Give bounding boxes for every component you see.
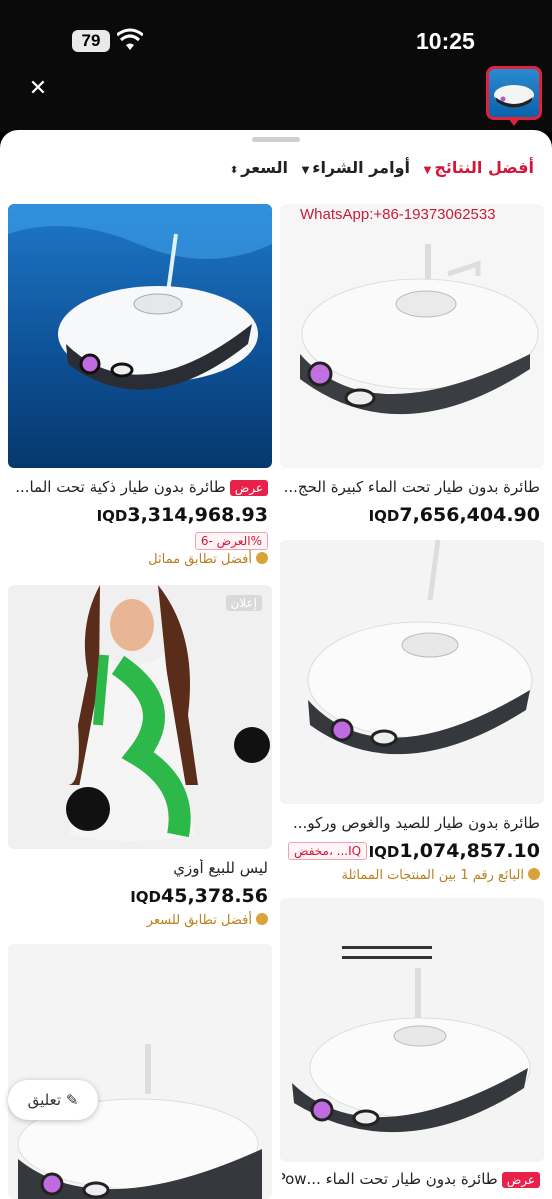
product-image xyxy=(8,204,272,468)
sort-updown-icon: ⬍ xyxy=(229,165,239,176)
product-price: IQD45,378.56 xyxy=(130,885,268,907)
product-title: عرضطائرة بدون طيار ذكية تحت الما... xyxy=(10,478,268,496)
underwater-drone-image xyxy=(8,204,272,390)
match-label: أفضل تطابق للسعر xyxy=(147,913,268,928)
ad-label: إعلان xyxy=(225,595,262,611)
sort-best-results[interactable]: أفضل النتائج▼ xyxy=(424,158,534,177)
product-image xyxy=(280,898,544,1162)
comment-button[interactable]: تعليق ✎ xyxy=(8,1080,98,1120)
price-value: 7,656,404.90 xyxy=(399,504,540,526)
sort-price[interactable]: السعر⬍ xyxy=(230,158,288,177)
discount-badge: العرض -6% xyxy=(194,532,268,550)
product-price: IQD7,656,404.90 xyxy=(369,504,540,526)
match-label: أفضل تطابق مماثل xyxy=(148,552,268,567)
product-price: IQD3,314,968.93 xyxy=(97,504,268,526)
offer-badge: عرض xyxy=(501,1172,540,1188)
product-card[interactable]: طائرة بدون طيار للصيد والغوص وركو... IQD… xyxy=(280,540,544,890)
product-title: ليس للبيع أوزي xyxy=(173,859,268,877)
sort-label: السعر xyxy=(241,158,288,177)
pencil-icon: ✎ xyxy=(65,1091,79,1109)
product-card[interactable] xyxy=(8,944,272,1199)
currency: IQD xyxy=(368,507,400,525)
medal-icon xyxy=(256,913,268,925)
status-bar: 79 10:25 xyxy=(0,0,552,80)
product-image xyxy=(8,585,272,849)
results-sheet: أفضل النتائج▼ أوامر الشراء▼ السعر⬍ Whats… xyxy=(0,130,552,1199)
caret-down-icon: ▼ xyxy=(301,165,310,176)
drone-thumb-icon xyxy=(494,85,534,108)
product-image xyxy=(280,540,544,804)
comment-label: تعليق xyxy=(27,1091,62,1109)
product-image xyxy=(8,944,272,1199)
match-text: البائع رقم 1 بين المنتجات المماثلة xyxy=(341,868,524,883)
clock: 10:25 xyxy=(416,28,475,54)
close-button[interactable]: ✕ xyxy=(22,73,54,105)
match-label: البائع رقم 1 بين المنتجات المماثلة xyxy=(341,868,540,883)
currency: IQD xyxy=(130,888,162,906)
battery-indicator: 79 xyxy=(72,30,110,52)
caret-down-icon: ▼ xyxy=(423,165,432,176)
price-value: 3,314,968.93 xyxy=(127,504,268,526)
underwater-drone-image xyxy=(307,540,533,755)
thumbnail-pointer xyxy=(508,118,520,126)
match-text: أفضل تطابق مماثل xyxy=(148,552,252,567)
product-card[interactable]: إعلان ليس للبيع أوزي IQD45,378.56 أفضل ت… xyxy=(8,585,272,935)
match-text: أفضل تطابق للسعر xyxy=(146,913,252,928)
sort-bar: أفضل النتائج▼ أوامر الشراء▼ السعر⬍ xyxy=(0,158,552,188)
underwater-drone-image xyxy=(17,1044,262,1199)
medal-icon xyxy=(528,868,540,880)
product-title: عرضطائرة بدون طيار تحت الماء ...Pow xyxy=(282,1170,540,1188)
dress-image xyxy=(66,585,270,841)
watermark-text: WhatsApp:+86-19373062533 xyxy=(300,206,496,223)
sort-label: أوامر الشراء xyxy=(312,158,410,177)
discount-badge: مخفض، ...IQ xyxy=(288,842,368,860)
wifi-icon xyxy=(117,28,143,50)
currency: IQD xyxy=(96,507,128,525)
product-card[interactable]: عرضطائرة بدون طيار تحت الماء ...Pow xyxy=(280,898,544,1199)
currency: IQD xyxy=(368,843,400,861)
price-value: 1,074,857.10 xyxy=(399,840,540,862)
search-image-thumbnail[interactable] xyxy=(486,66,542,120)
product-title-text: طائرة بدون طيار تحت الماء ...Pow xyxy=(282,1170,498,1188)
sort-orders[interactable]: أوامر الشراء▼ xyxy=(302,158,410,177)
product-image xyxy=(280,204,544,468)
underwater-drone-image xyxy=(300,244,539,415)
product-card[interactable]: عرضطائرة بدون طيار ذكية تحت الما... IQD3… xyxy=(8,204,272,574)
medal-icon xyxy=(256,552,268,564)
offer-badge: عرض xyxy=(229,480,268,496)
product-title-text: طائرة بدون طيار ذكية تحت الما... xyxy=(15,478,226,496)
product-title: طائرة بدون طيار تحت الماء كبيرة الحج... xyxy=(283,478,540,496)
underwater-drone-image xyxy=(292,946,531,1133)
price-value: 45,378.56 xyxy=(161,885,268,907)
drag-handle[interactable] xyxy=(252,137,300,142)
product-title: طائرة بدون طيار للصيد والغوص وركو... xyxy=(293,814,540,832)
sort-label: أفضل النتائج xyxy=(434,158,534,177)
header xyxy=(0,80,552,132)
product-card[interactable]: WhatsApp:+86-19373062533 طائرة بدون طيار… xyxy=(280,204,544,534)
product-price: IQD1,074,857.10 xyxy=(369,840,540,862)
